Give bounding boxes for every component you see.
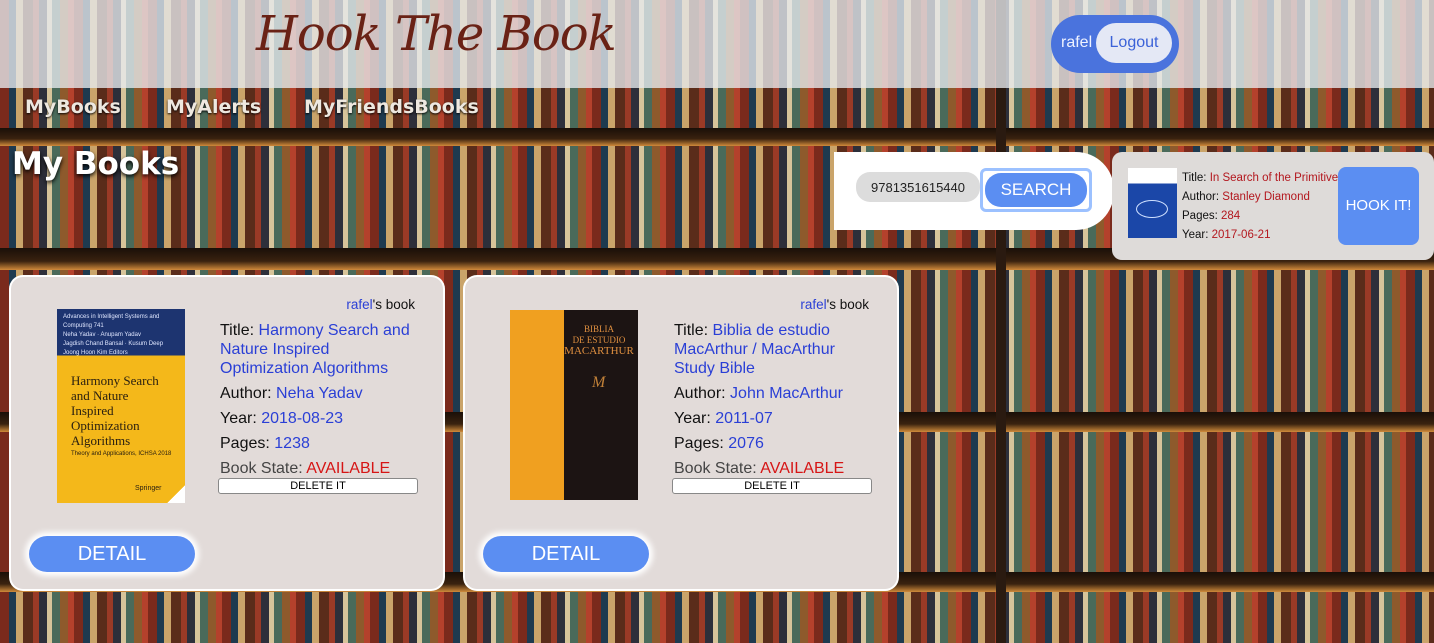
shelf-pillar <box>996 0 1006 643</box>
book-owner: rafel's book <box>346 297 415 312</box>
detail-button[interactable]: DETAIL <box>483 536 649 572</box>
username: rafel <box>1061 34 1093 51</box>
book-cover: BIBLIA DE ESTUDIO MACARTHUR M <box>510 310 638 500</box>
search-result-card: Title: In Search of the Primitive Author… <box>1112 152 1434 260</box>
logout-button[interactable]: Logout <box>1096 23 1172 63</box>
isbn-search-input[interactable] <box>856 172 980 202</box>
nav-mybooks[interactable]: MyBooks <box>25 96 121 118</box>
book-author: John MacArthur <box>730 385 843 402</box>
book-year: 2018-08-23 <box>261 410 344 427</box>
book-info: Title: Biblia de estudio MacArthur / Mac… <box>674 322 845 477</box>
nav-myfriendsbooks[interactable]: MyFriendsBooks <box>304 96 479 118</box>
result-info: Title: In Search of the Primitive Author… <box>1182 172 1339 241</box>
owner-link[interactable]: rafel <box>346 297 372 312</box>
delete-book-button[interactable]: DELETE IT <box>672 478 872 494</box>
delete-book-button[interactable]: DELETE IT <box>218 478 418 494</box>
result-pages: 284 <box>1221 210 1241 222</box>
result-book-cover <box>1128 168 1177 238</box>
result-year: 2017-06-21 <box>1211 229 1271 241</box>
hook-it-button[interactable]: HOOK IT! <box>1338 167 1419 245</box>
result-author: Stanley Diamond <box>1222 191 1310 203</box>
book-pages: 1238 <box>274 435 310 452</box>
search-button[interactable]: SEARCH <box>980 168 1092 212</box>
book-card: rafel's book BIBLIA DE ESTUDIO MACARTHUR… <box>465 277 897 589</box>
site-title: Hook The Book <box>256 6 617 62</box>
book-card: rafel's book Advances in Intelligent Sys… <box>11 277 443 589</box>
owner-link[interactable]: rafel <box>800 297 826 312</box>
nav-myalerts[interactable]: MyAlerts <box>166 96 261 118</box>
site-header: Hook The Book rafel Logout <box>0 0 1434 88</box>
page-title: My Books <box>12 146 180 182</box>
book-author: Neha Yadav <box>276 385 363 402</box>
book-pages: 2076 <box>728 435 764 452</box>
result-title: In Search of the Primitive <box>1209 172 1339 184</box>
detail-button[interactable]: DETAIL <box>29 536 195 572</box>
search-button-label: SEARCH <box>985 173 1087 207</box>
book-state: AVAILABLE <box>306 460 391 477</box>
book-cover: Advances in Intelligent Systems and Comp… <box>57 309 185 503</box>
isbn-search-panel: SEARCH <box>834 152 1114 230</box>
shelf-divider <box>0 128 1434 146</box>
book-info: Title: Harmony Search and Nature Inspire… <box>220 322 410 477</box>
user-menu: rafel Logout <box>1051 15 1179 73</box>
book-owner: rafel's book <box>800 297 869 312</box>
book-year: 2011-07 <box>715 410 773 427</box>
book-state: AVAILABLE <box>760 460 845 477</box>
